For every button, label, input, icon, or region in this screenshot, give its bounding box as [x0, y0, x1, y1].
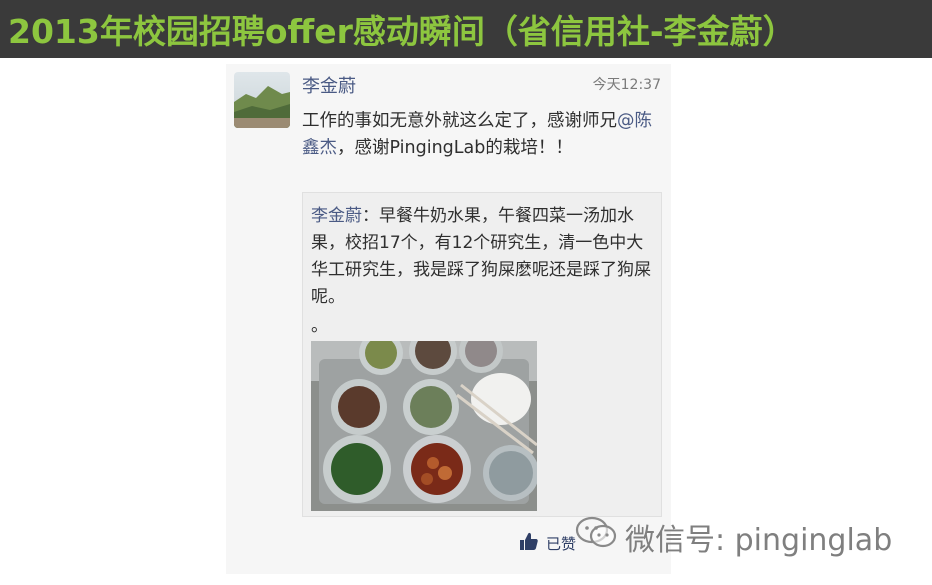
liked-label: 已赞	[546, 534, 577, 553]
like-row[interactable]: 已赞	[518, 532, 576, 554]
watermark-text: 微信号: pinginglab	[625, 523, 893, 558]
quoted-post[interactable]: 李金蔚：早餐牛奶水果，午餐四菜一汤加水果，校招17个，有12个研究生，清一色中大…	[302, 192, 662, 517]
quoted-body: ：早餐牛奶水果，午餐四菜一汤加水果，校招17个，有12个研究生，清一色中大华工研…	[311, 206, 651, 307]
quoted-author[interactable]: 李金蔚	[311, 206, 362, 226]
post-text: 工作的事如无意外就这么定了，感谢师兄@陈鑫杰，感谢PingingLab的栽培！！	[302, 108, 662, 162]
post-author[interactable]: 李金蔚	[302, 72, 356, 98]
quoted-tail: 。	[311, 316, 328, 336]
avatar[interactable]	[234, 72, 290, 128]
post-text-part-1: 工作的事如无意外就这么定了，感谢师兄	[302, 111, 617, 131]
wechat-icon	[575, 516, 617, 558]
thumbs-up-icon	[518, 532, 538, 554]
post-text-part-2: ，感谢PingingLab的栽培！！	[337, 138, 573, 158]
header-banner: 2013年校园招聘offer感动瞬间（省信用社-李金蔚）	[0, 0, 932, 58]
wechat-watermark: 微信号: pinginglab	[575, 512, 892, 562]
post-card: 李金蔚 今天12:37 工作的事如无意外就这么定了，感谢师兄@陈鑫杰，感谢Pin…	[226, 64, 671, 574]
quoted-text: 李金蔚：早餐牛奶水果，午餐四菜一汤加水果，校招17个，有12个研究生，清一色中大…	[311, 203, 651, 311]
banner-title: 2013年校园招聘offer感动瞬间（省信用社-李金蔚）	[8, 12, 796, 51]
meal-photo[interactable]	[311, 341, 537, 511]
post-time: 今天12:37	[592, 77, 661, 93]
